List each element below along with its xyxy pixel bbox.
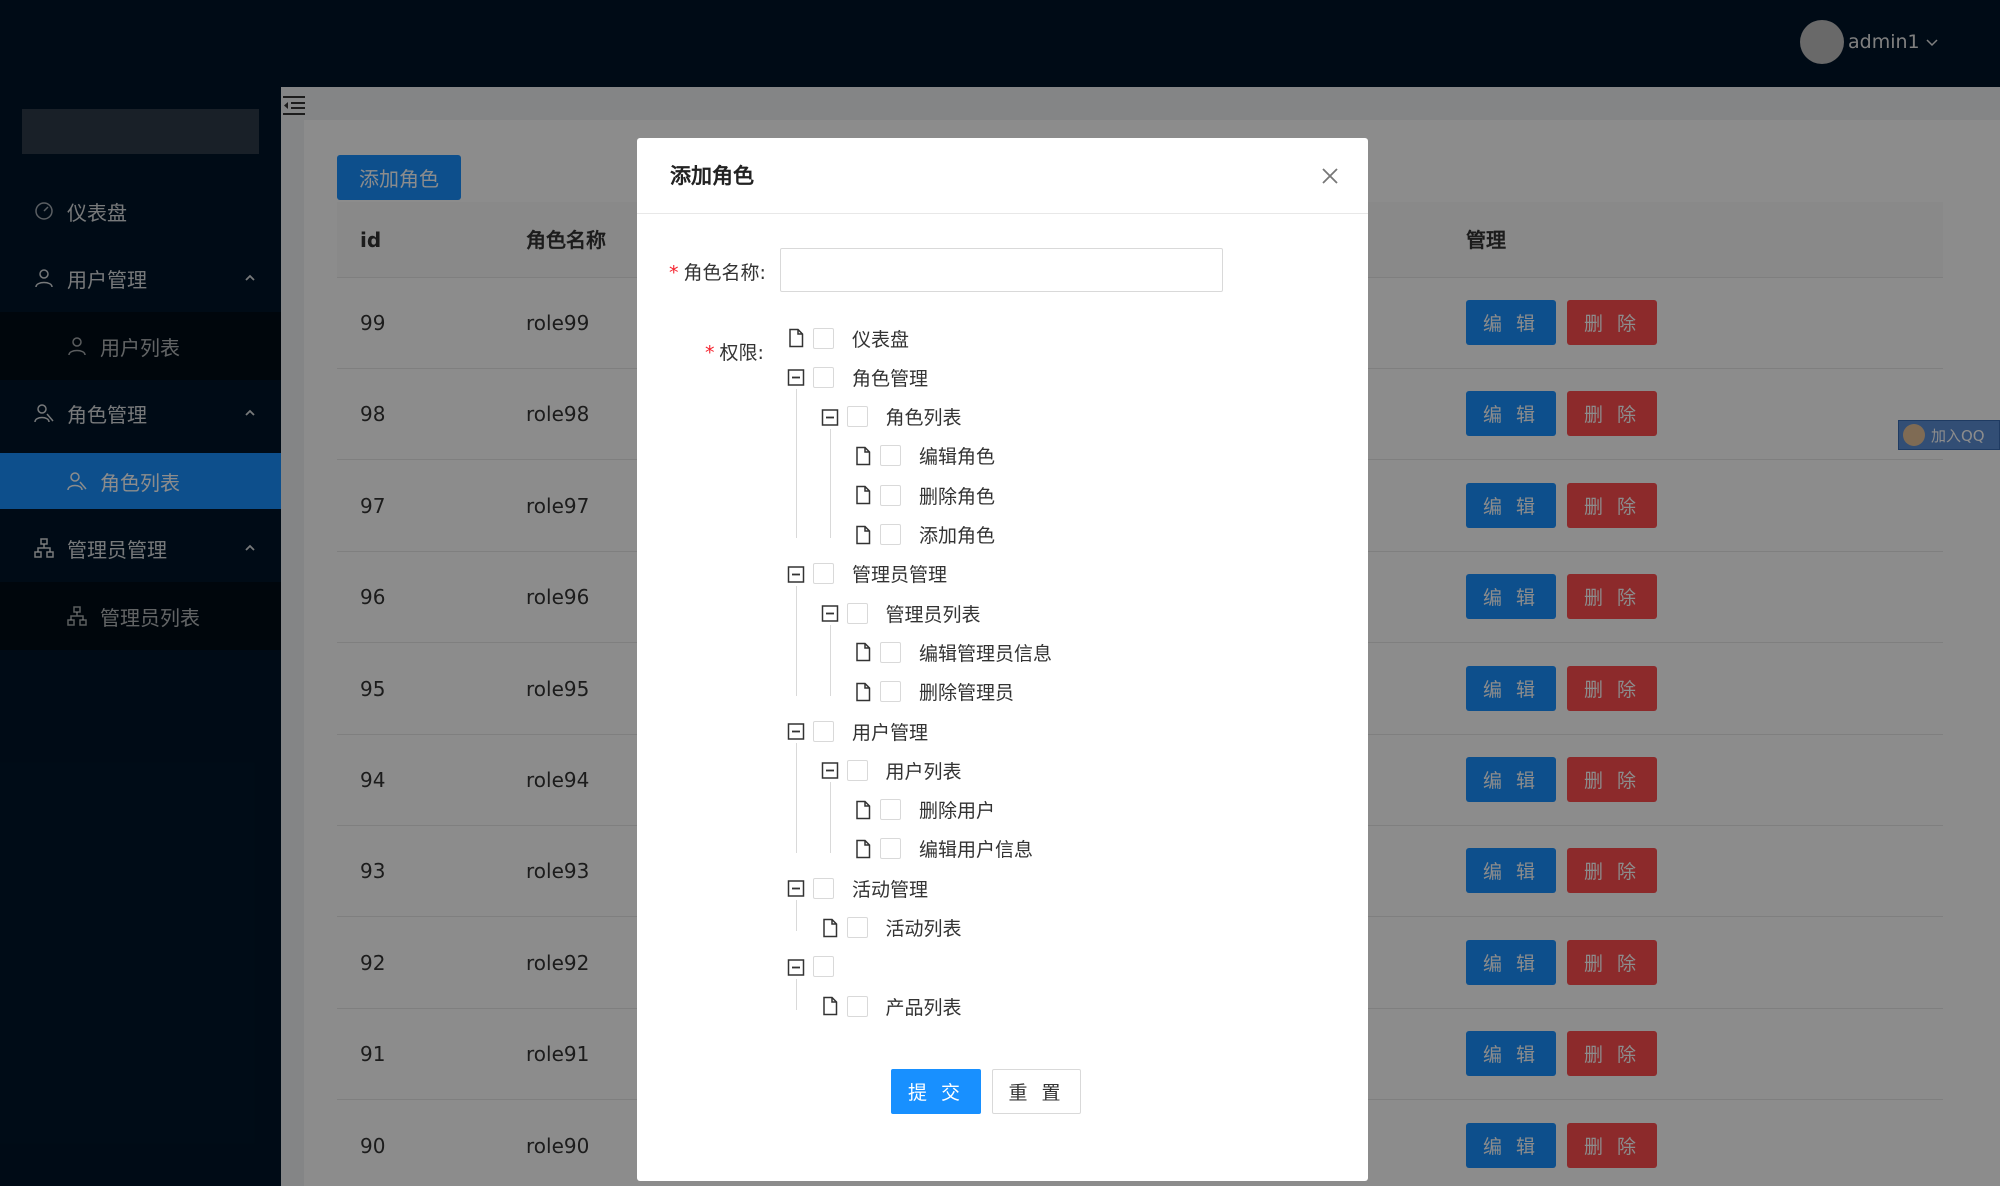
- tree-checkbox[interactable]: [846, 406, 868, 428]
- collapse-square-icon[interactable]: [821, 407, 839, 427]
- tree-checkbox[interactable]: [846, 759, 868, 781]
- tree-guide-line: [829, 782, 831, 853]
- tree-node[interactable]: [787, 952, 852, 982]
- permissions-label-text: 权限:: [719, 342, 764, 364]
- tree-node-label: 删除角色: [919, 485, 996, 508]
- tree-guide-line: [796, 585, 797, 696]
- collapse-square-icon[interactable]: [821, 760, 839, 780]
- file-icon: [856, 643, 871, 662]
- tree-checkbox[interactable]: [813, 327, 834, 349]
- tree-node[interactable]: 活动管理: [787, 873, 928, 903]
- tree-node-label: 用户管理: [852, 721, 929, 744]
- role-name-input[interactable]: [780, 248, 1223, 292]
- required-mark: *: [669, 262, 679, 284]
- collapse-square-icon[interactable]: [787, 957, 805, 977]
- file-icon: [822, 918, 837, 937]
- modal-header: 添加角色: [637, 138, 1368, 214]
- collapse-square-icon[interactable]: [787, 721, 805, 741]
- tree-node[interactable]: 管理员管理: [787, 559, 947, 589]
- required-mark: *: [705, 342, 715, 364]
- tree-checkbox[interactable]: [880, 799, 901, 821]
- tree-checkbox[interactable]: [880, 445, 901, 467]
- tree-node-label: 活动列表: [885, 918, 962, 940]
- tree-node[interactable]: 活动列表: [821, 913, 962, 943]
- collapse-square-icon[interactable]: [787, 367, 805, 387]
- tree-checkbox[interactable]: [846, 917, 868, 938]
- file-icon: [856, 839, 871, 859]
- tree-checkbox[interactable]: [846, 995, 868, 1017]
- tree-checkbox[interactable]: [880, 524, 901, 545]
- tree-node[interactable]: 删除用户: [854, 795, 995, 825]
- tree-node-label: 编辑用户信息: [919, 839, 1034, 862]
- tree-checkbox[interactable]: [880, 838, 901, 860]
- tree-node-label: 管理员管理: [852, 564, 948, 587]
- tree-node[interactable]: 删除管理员: [854, 677, 1014, 707]
- role-name-label-text: 角色名称:: [683, 262, 766, 284]
- tree-node[interactable]: 用户管理: [787, 716, 928, 746]
- tree-node-label: 添加角色: [919, 525, 996, 547]
- tree-guide-line: [829, 428, 831, 539]
- tree-checkbox[interactable]: [813, 720, 834, 742]
- close-icon[interactable]: [1320, 166, 1340, 186]
- tree-checkbox[interactable]: [813, 956, 834, 978]
- file-icon: [856, 446, 871, 466]
- collapse-square-icon[interactable]: [821, 603, 839, 623]
- role-name-label: * 角色名称:: [669, 258, 766, 285]
- file-icon: [856, 485, 871, 505]
- tree-guide-line: [796, 978, 797, 1011]
- collapse-square-icon[interactable]: [787, 878, 805, 898]
- tree-node-label: 用户列表: [885, 760, 962, 783]
- tree-node[interactable]: 删除角色: [854, 480, 995, 510]
- tree-checkbox[interactable]: [846, 602, 868, 624]
- tree-checkbox[interactable]: [813, 563, 834, 585]
- tree-node-label: 管理员列表: [885, 603, 981, 626]
- tree-node-label: 仪表盘: [852, 328, 910, 351]
- tree-node-label: 角色列表: [885, 407, 962, 430]
- tree-node-label: 活动管理: [852, 878, 929, 901]
- tree-node[interactable]: 产品列表: [821, 991, 962, 1021]
- file-icon: [856, 800, 871, 819]
- file-icon: [856, 525, 871, 544]
- tree-node[interactable]: 角色列表: [821, 402, 962, 432]
- tree-checkbox[interactable]: [880, 681, 901, 703]
- tree-node-label: 编辑管理员信息: [919, 642, 1053, 665]
- submit-button[interactable]: 提 交: [891, 1069, 981, 1114]
- tree-checkbox[interactable]: [880, 484, 901, 506]
- tree-node-label: 角色管理: [852, 367, 929, 390]
- tree-node[interactable]: 角色管理: [787, 362, 928, 392]
- tree-checkbox[interactable]: [813, 366, 834, 388]
- tree-node[interactable]: 编辑用户信息: [854, 834, 1033, 864]
- modal-title: 添加角色: [670, 164, 754, 188]
- tree-node[interactable]: 用户列表: [821, 755, 962, 785]
- tree-checkbox[interactable]: [813, 877, 834, 899]
- tree-guide-line: [796, 389, 797, 539]
- tree-node[interactable]: 管理员列表: [821, 598, 981, 628]
- tree-node-label: 编辑角色: [919, 446, 996, 469]
- tree-guide-line: [796, 743, 797, 853]
- permissions-label: * 权限:: [705, 338, 764, 365]
- reset-button[interactable]: 重 置: [992, 1069, 1081, 1114]
- tree-node-label: 删除用户: [919, 800, 996, 823]
- file-icon: [822, 996, 837, 1016]
- tree-guide-line: [829, 625, 831, 696]
- tree-node-label: 产品列表: [885, 996, 962, 1019]
- tree-node-label: 删除管理员: [919, 682, 1015, 705]
- tree-node[interactable]: 编辑管理员信息: [854, 637, 1052, 667]
- tree-guide-line: [796, 900, 797, 932]
- add-role-modal: 添加角色 * 角色名称: * 权限: 仪表盘 角色管理 角色列表 编辑角色 删除角色 添加角色…: [637, 138, 1368, 1181]
- tree-node[interactable]: 仪表盘: [787, 323, 909, 353]
- tree-node[interactable]: 编辑角色: [854, 441, 995, 471]
- tree-checkbox[interactable]: [880, 641, 901, 663]
- tree-node[interactable]: 添加角色: [854, 520, 995, 550]
- file-icon: [856, 682, 871, 701]
- file-icon: [789, 328, 804, 348]
- collapse-square-icon[interactable]: [787, 564, 805, 584]
